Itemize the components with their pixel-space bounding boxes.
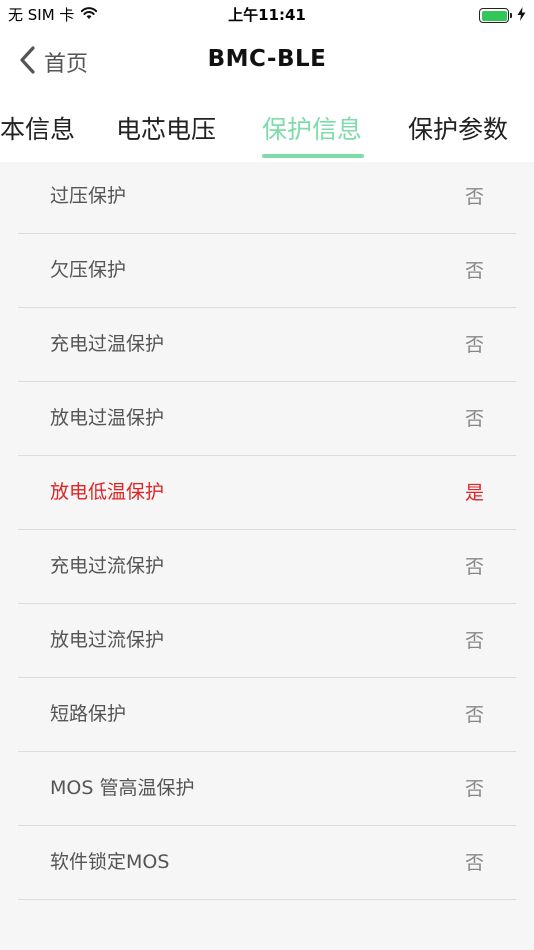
list-item: 放电过流保护 否 [18, 604, 516, 678]
protection-label: 放电低温保护 [50, 481, 165, 503]
tab-basic-info[interactable]: 基本信息 [0, 110, 75, 146]
tab-protection-params[interactable]: 保护参数 [408, 110, 508, 146]
protection-label: 欠压保护 [50, 259, 127, 281]
list-item: 软件锁定MOS 否 [18, 826, 516, 900]
tab-protection-info[interactable]: 保护信息 [262, 110, 362, 146]
protection-status: 否 [464, 852, 484, 874]
list-item: 放电过温保护 否 [18, 382, 516, 456]
status-time: 上午11:41 [228, 6, 306, 24]
page-title: BMC-BLE [207, 46, 327, 72]
protection-label: 过压保护 [50, 185, 127, 207]
bolt-icon [517, 6, 526, 25]
protection-label: 放电过温保护 [50, 407, 165, 429]
status-right [479, 6, 526, 25]
protection-status: 否 [464, 556, 484, 578]
list-item: 欠压保护 否 [18, 234, 516, 308]
protection-label: 软件锁定MOS [50, 851, 170, 873]
tab-bar: 基本信息 电芯电压 保护信息 保护参数 [0, 96, 534, 162]
protection-status: 是 [464, 482, 484, 504]
protection-status: 否 [464, 778, 484, 800]
list-item: MOS 管高温保护 否 [18, 752, 516, 826]
list-item: 短路保护 否 [18, 678, 516, 752]
status-bar: 无 SIM 卡 上午11:41 [0, 0, 534, 30]
tab-cell-voltage[interactable]: 电芯电压 [116, 110, 216, 146]
battery-fill [481, 10, 507, 21]
protection-label: 短路保护 [50, 703, 127, 725]
protection-label: 充电过温保护 [50, 333, 165, 355]
protection-status: 否 [464, 630, 484, 652]
list-item: 充电过流保护 否 [18, 530, 516, 604]
protection-status: 否 [464, 408, 484, 430]
protection-label: MOS 管高温保护 [50, 777, 195, 799]
battery-icon [479, 8, 512, 23]
tab-active-indicator [262, 154, 364, 158]
list-item: 充电过温保护 否 [18, 308, 516, 382]
screen: 无 SIM 卡 上午11:41 首页 BMC-BLE 本信息 电芯电压 保护信息… [0, 0, 534, 950]
list-item: 放电低温保护 是 [18, 456, 516, 530]
protection-list: 过压保护否欠压保护否充电过温保护否放电过温保护否放电低温保护是充电过流保护否放电… [18, 160, 516, 900]
navigation-bar: 首页 BMC-BLE [0, 30, 534, 96]
protection-label: 充电过流保护 [50, 555, 165, 577]
protection-label: 放电过流保护 [50, 629, 165, 651]
protection-status: 否 [464, 704, 484, 726]
protection-status: 否 [464, 186, 484, 208]
protection-status: 否 [464, 334, 484, 356]
protection-status: 否 [464, 260, 484, 282]
list-item: 过压保护 否 [18, 160, 516, 234]
